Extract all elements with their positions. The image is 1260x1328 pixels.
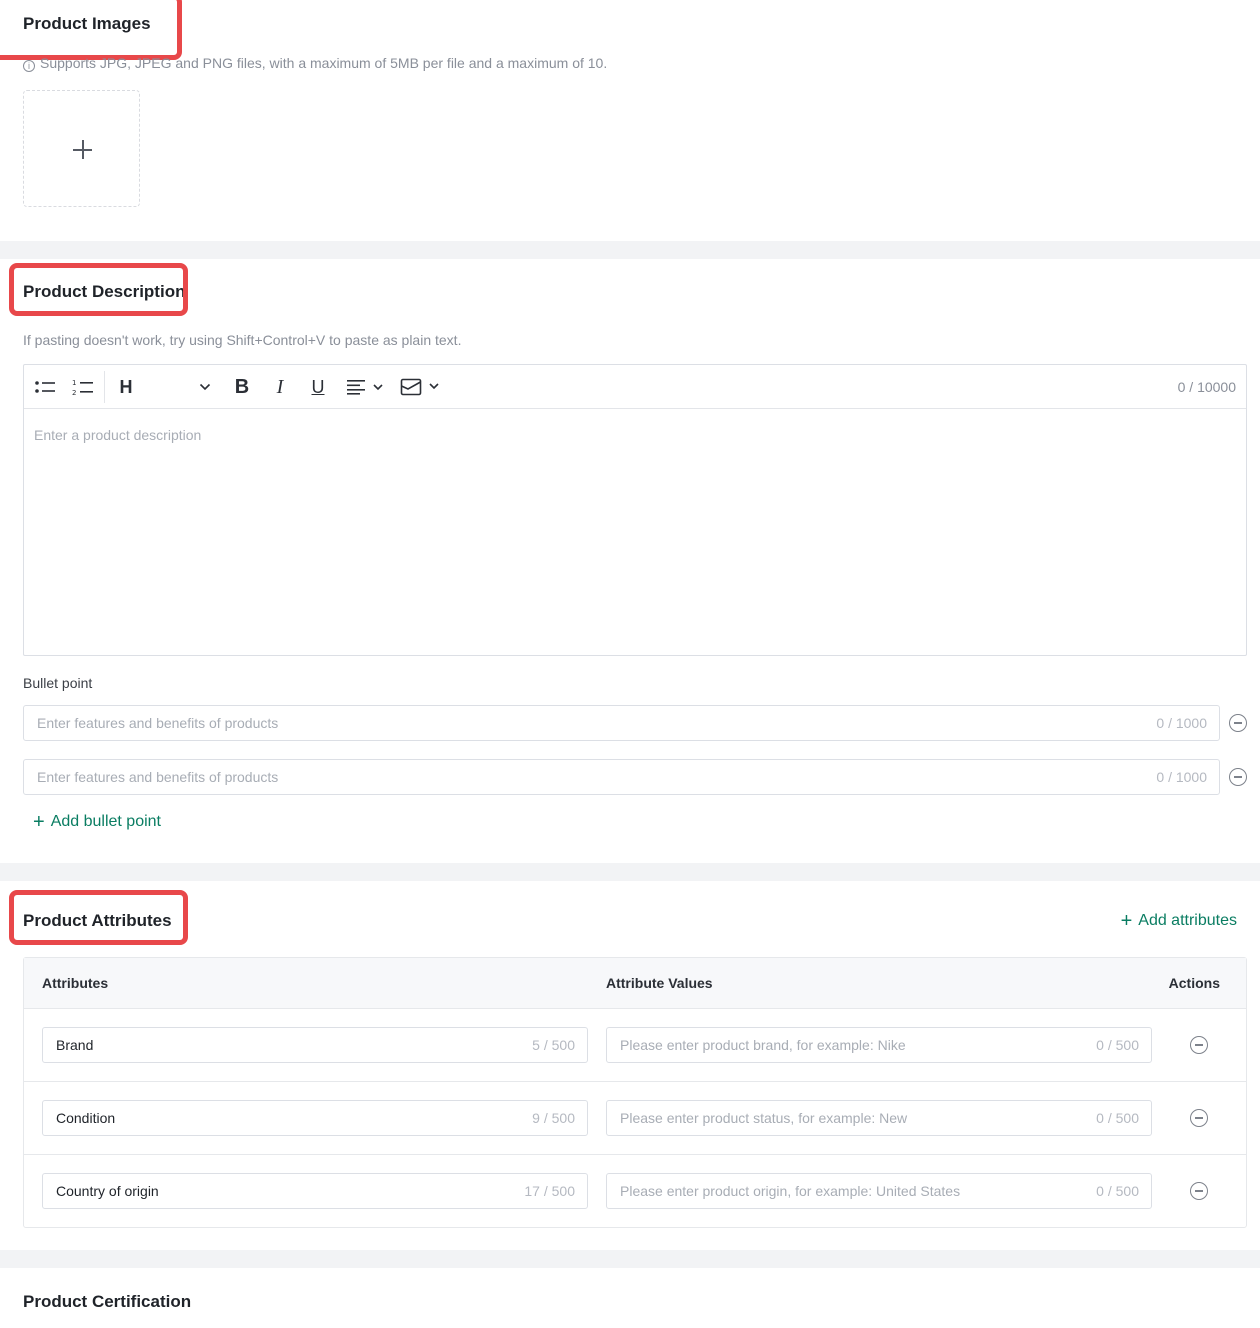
plus-icon: +: [33, 811, 45, 833]
chevron-down-icon: [199, 383, 211, 391]
product-images-section: Product Images i Supports JPG, JPEG and P…: [0, 0, 1260, 241]
insert-image-dropdown[interactable]: [399, 365, 443, 409]
attribute-name-input[interactable]: Condition 9 / 500: [42, 1100, 588, 1136]
remove-bullet-icon[interactable]: [1229, 714, 1247, 732]
char-counter: 5 / 500: [532, 1037, 575, 1053]
toolbar-divider: [104, 371, 105, 403]
editor-toolbar: 1 2 H B I U 0 / 10000: [24, 365, 1246, 409]
upload-hint-text: Supports JPG, JPEG and PNG files, with a…: [40, 55, 608, 71]
image-upload-button[interactable]: [23, 90, 140, 207]
char-counter: 0 / 500: [1096, 1037, 1139, 1053]
svg-text:2: 2: [72, 389, 76, 396]
remove-attribute-icon[interactable]: [1190, 1182, 1208, 1200]
align-left-icon: [347, 380, 383, 395]
table-row: Country of origin 17 / 500 Please enter …: [24, 1155, 1246, 1228]
info-icon: i: [23, 60, 35, 72]
product-images-title: Product Images: [23, 14, 151, 33]
remove-bullet-icon[interactable]: [1229, 768, 1247, 786]
attributes-table: Attributes Attribute Values Actions Bran…: [23, 957, 1247, 1228]
char-counter: 0 / 1000: [1156, 715, 1207, 731]
bullet-point-input[interactable]: Enter features and benefits of products …: [23, 705, 1220, 741]
add-bullet-point-button[interactable]: + Add bullet point: [33, 811, 161, 834]
heading-button[interactable]: H: [116, 365, 136, 409]
table-row: Brand 5 / 500 Please enter product brand…: [24, 1009, 1246, 1082]
bold-button[interactable]: B: [231, 365, 253, 409]
column-header-attributes: Attributes: [42, 975, 109, 991]
description-editor-area[interactable]: Enter a product description: [34, 427, 201, 443]
product-certification-title: Product Certification: [23, 1292, 192, 1311]
image-icon: [400, 378, 439, 396]
align-dropdown[interactable]: [344, 365, 388, 409]
attribute-value-input[interactable]: Please enter product origin, for example…: [606, 1173, 1152, 1209]
rich-text-editor: 1 2 H B I U 0 / 10000 Enter a product de…: [23, 364, 1247, 656]
attribute-name-input[interactable]: Brand 5 / 500: [42, 1027, 588, 1063]
product-certification-section: Product Certification: [0, 1268, 1260, 1328]
attribute-value-input[interactable]: Please enter product brand, for example:…: [606, 1027, 1152, 1063]
char-counter: 0 / 500: [1096, 1110, 1139, 1126]
product-description-title: Product Description: [23, 282, 186, 301]
bulleted-list-icon: [35, 381, 55, 393]
remove-attribute-icon[interactable]: [1190, 1036, 1208, 1054]
numbered-list-button[interactable]: 1 2: [70, 365, 96, 409]
upload-hint: i Supports JPG, JPEG and PNG files, with …: [23, 55, 607, 72]
remove-attribute-icon[interactable]: [1190, 1109, 1208, 1127]
char-counter: 9 / 500: [532, 1110, 575, 1126]
italic-button[interactable]: I: [269, 365, 291, 409]
numbered-list-icon: 1 2: [72, 379, 93, 396]
attribute-value-input[interactable]: Please enter product status, for example…: [606, 1100, 1152, 1136]
product-attributes-title: Product Attributes: [23, 911, 172, 930]
char-counter: 0 / 1000: [1156, 769, 1207, 785]
column-header-actions: Actions: [1168, 975, 1220, 991]
product-attributes-section: Product Attributes + Add attributes Attri…: [0, 881, 1260, 1250]
underline-button[interactable]: U: [307, 365, 329, 409]
paste-hint: If pasting doesn't work, try using Shift…: [23, 332, 462, 348]
column-header-values: Attribute Values: [606, 975, 713, 991]
add-attributes-button[interactable]: + Add attributes: [1121, 910, 1237, 933]
table-header: Attributes Attribute Values Actions: [24, 958, 1246, 1009]
heading-dropdown[interactable]: [196, 365, 214, 409]
char-counter: 17 / 500: [524, 1183, 575, 1199]
char-counter: 0 / 500: [1096, 1183, 1139, 1199]
bullet-point-label: Bullet point: [23, 675, 93, 691]
plus-icon: +: [1120, 910, 1133, 932]
product-description-section: Product Description If pasting doesn't w…: [0, 259, 1260, 863]
bullet-point-input[interactable]: Enter features and benefits of products …: [23, 759, 1220, 795]
description-counter: 0 / 10000: [1177, 379, 1236, 395]
bulleted-list-button[interactable]: [32, 365, 58, 409]
attribute-name-input[interactable]: Country of origin 17 / 500: [42, 1173, 588, 1209]
svg-text:1: 1: [72, 379, 76, 387]
table-row: Condition 9 / 500 Please enter product s…: [24, 1082, 1246, 1155]
